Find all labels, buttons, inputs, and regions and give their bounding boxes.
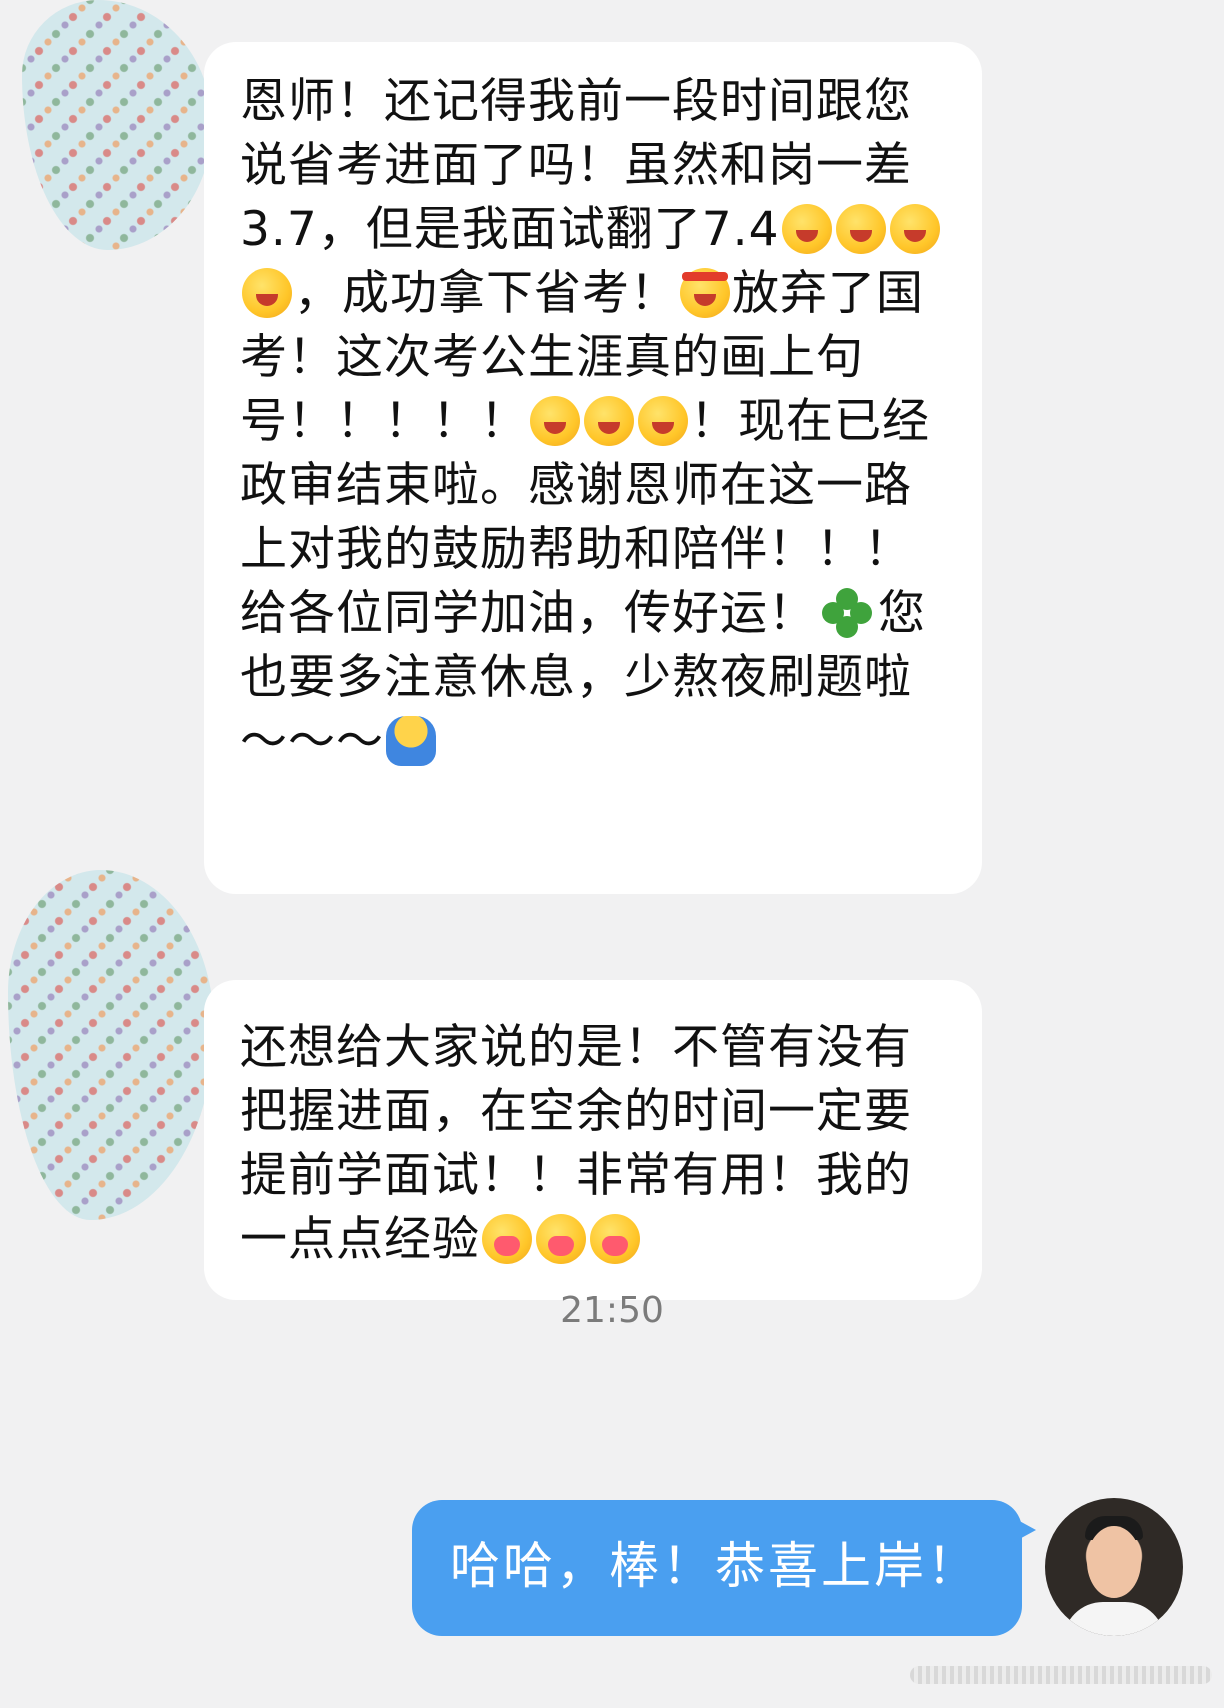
heart-hug-emoji bbox=[590, 1214, 640, 1264]
user-avatar[interactable] bbox=[1045, 1498, 1183, 1636]
message-bubble-2[interactable]: 还想给大家说的是！不管有没有把握进面，在空余的时间一定要提前学面试！！非常有用！… bbox=[204, 980, 982, 1300]
clover-emoji bbox=[822, 588, 872, 638]
contact-avatar[interactable] bbox=[8, 870, 214, 1220]
flower-face-emoji bbox=[242, 268, 292, 318]
message-timestamp: 21:50 bbox=[560, 1290, 664, 1331]
heart-hug-emoji bbox=[482, 1214, 532, 1264]
hug-person-emoji bbox=[386, 716, 436, 766]
flower-face-emoji bbox=[781, 204, 832, 254]
flower-face-emoji bbox=[835, 204, 886, 254]
outgoing-message-text: 哈哈，棒！恭喜上岸！ bbox=[450, 1537, 980, 1595]
laugh-emoji bbox=[530, 396, 580, 446]
heart-hug-emoji bbox=[536, 1214, 586, 1264]
bottom-handle[interactable] bbox=[910, 1666, 1212, 1684]
message-text: 还想给大家说的是！不管有没有把握进面，在空余的时间一定要提前学面试！！非常有用！… bbox=[240, 1020, 912, 1267]
laugh-emoji bbox=[584, 396, 634, 446]
message-bubble-1[interactable]: 恩师！还记得我前一段时间跟您说省考进面了吗！虽然和岗一差3.7，但是我面试翻了7… bbox=[204, 42, 982, 894]
outgoing-message-bubble[interactable]: 哈哈，棒！恭喜上岸！ bbox=[412, 1500, 1036, 1636]
message-text: 恩师！还记得我前一段时间跟您说省考进面了吗！虽然和岗一差3.7，但是我面试翻了7… bbox=[240, 70, 946, 774]
flower-face-emoji bbox=[889, 204, 940, 254]
fighting-emoji bbox=[680, 268, 730, 318]
laugh-emoji bbox=[638, 396, 688, 446]
contact-avatar[interactable] bbox=[22, 0, 212, 250]
